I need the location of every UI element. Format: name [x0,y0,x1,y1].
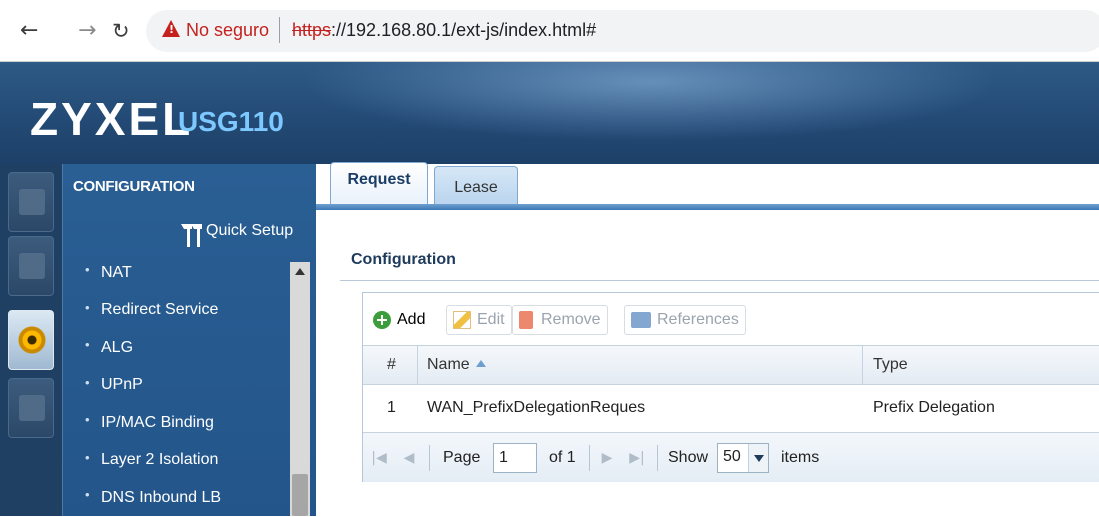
sidebar-scrollbar[interactable] [290,262,310,516]
pager-divider [657,445,658,471]
monitor-rail-button[interactable] [8,236,54,296]
sidebar: CONFIGURATION Quick Setup NAT Redirect S… [62,164,316,516]
security-status[interactable]: No seguro [186,20,269,41]
url-divider [279,17,280,43]
table-header: # Name Type [363,345,1099,385]
next-page-icon[interactable]: ▶ [597,446,617,470]
scroll-up-arrow-icon[interactable] [290,262,310,280]
page-count: of 1 [549,449,576,466]
row-type: Prefix Delegation [873,399,995,416]
dashboard-icon [19,189,45,215]
tab-lease[interactable]: Lease [434,166,518,206]
add-button[interactable]: Add [373,305,425,335]
column-divider[interactable] [862,346,863,384]
sidebar-title: CONFIGURATION [73,178,195,195]
references-icon [631,312,651,328]
maintenance-rail-button[interactable] [8,378,54,438]
items-label: items [781,449,820,466]
quick-setup-link[interactable]: Quick Setup [206,222,293,240]
last-page-icon[interactable]: ▶| [627,446,647,470]
section-title: Configuration [351,251,456,268]
icon-rail [0,164,62,516]
sort-ascending-icon [475,360,486,367]
app-header: ZYXEL USG110 [0,62,1099,164]
url-scheme: https [292,20,332,40]
sidebar-item-redirect-service[interactable]: Redirect Service [63,292,291,330]
forward-arrow-icon[interactable]: → [78,20,96,42]
warning-icon[interactable] [162,20,180,37]
url-path: ://192.168.80.1/ext-js/index.html# [331,20,597,40]
references-button[interactable]: References [624,305,746,335]
table-row[interactable]: 1 WAN_PrefixDelegationReques Prefix Dele… [363,386,1099,430]
browser-toolbar: ← → ↻ No seguro https://192.168.80.1/ext… [0,0,1099,62]
address-bar[interactable] [146,10,1099,52]
page-label: Page [443,449,481,466]
back-arrow-icon[interactable]: ← [20,20,38,42]
grid-toolbar: Add Edit Remove References [363,293,1099,345]
column-header-name-label: Name [427,356,470,373]
sidebar-item-dns-inbound-lb[interactable]: DNS Inbound LB [63,479,291,517]
add-icon [373,311,391,329]
sidebar-menu: NAT Redirect Service ALG UPnP IP/MAC Bin… [63,254,291,517]
references-label: References [657,311,739,328]
reload-icon[interactable]: ↻ [112,20,130,42]
scroll-thumb[interactable] [292,474,308,516]
tab-request[interactable]: Request [330,162,428,206]
pager-divider [589,445,590,471]
edit-icon [453,311,471,329]
column-divider[interactable] [417,346,418,384]
show-label: Show [668,449,709,466]
trash-icon [519,311,533,329]
page-size-value: 50 [723,448,741,465]
gear-icon [18,326,46,354]
sidebar-item-nat[interactable]: NAT [63,254,291,292]
section-divider [340,280,1099,281]
sidebar-item-upnp[interactable]: UPnP [63,367,291,405]
quick-setup-icon[interactable] [180,224,202,247]
column-header-index[interactable]: # [387,346,396,384]
edit-label: Edit [477,311,505,328]
page-size-select[interactable]: 50 [717,443,769,473]
remove-label: Remove [541,311,601,328]
column-header-type[interactable]: Type [873,346,908,384]
first-page-icon[interactable]: |◀ [369,446,389,470]
add-label: Add [397,311,426,328]
row-name: WAN_PrefixDelegationReques [427,399,646,416]
sidebar-item-layer2-isolation[interactable]: Layer 2 Isolation [63,442,291,480]
chevron-down-icon[interactable] [748,444,768,472]
row-index: 1 [387,399,396,416]
pagination-bar: |◀ ◀ Page of 1 ▶ ▶| Show 50 items [363,432,1099,482]
dashboard-rail-button[interactable] [8,172,54,232]
column-header-name[interactable]: Name [427,346,486,384]
page-number-input[interactable] [493,443,537,473]
device-model: USG110 [178,106,284,137]
url-text[interactable]: https://192.168.80.1/ext-js/index.html# [292,20,596,41]
remove-button[interactable]: Remove [512,305,608,335]
edit-button[interactable]: Edit [446,305,512,335]
monitor-icon [19,253,45,279]
sidebar-item-ip-mac-binding[interactable]: IP/MAC Binding [63,404,291,442]
maintenance-icon [19,395,45,421]
sidebar-item-alg[interactable]: ALG [63,329,291,367]
brand-logo: ZYXEL [30,93,194,145]
pager-divider [429,445,430,471]
configuration-rail-button[interactable] [8,310,54,370]
previous-page-icon[interactable]: ◀ [399,446,419,470]
